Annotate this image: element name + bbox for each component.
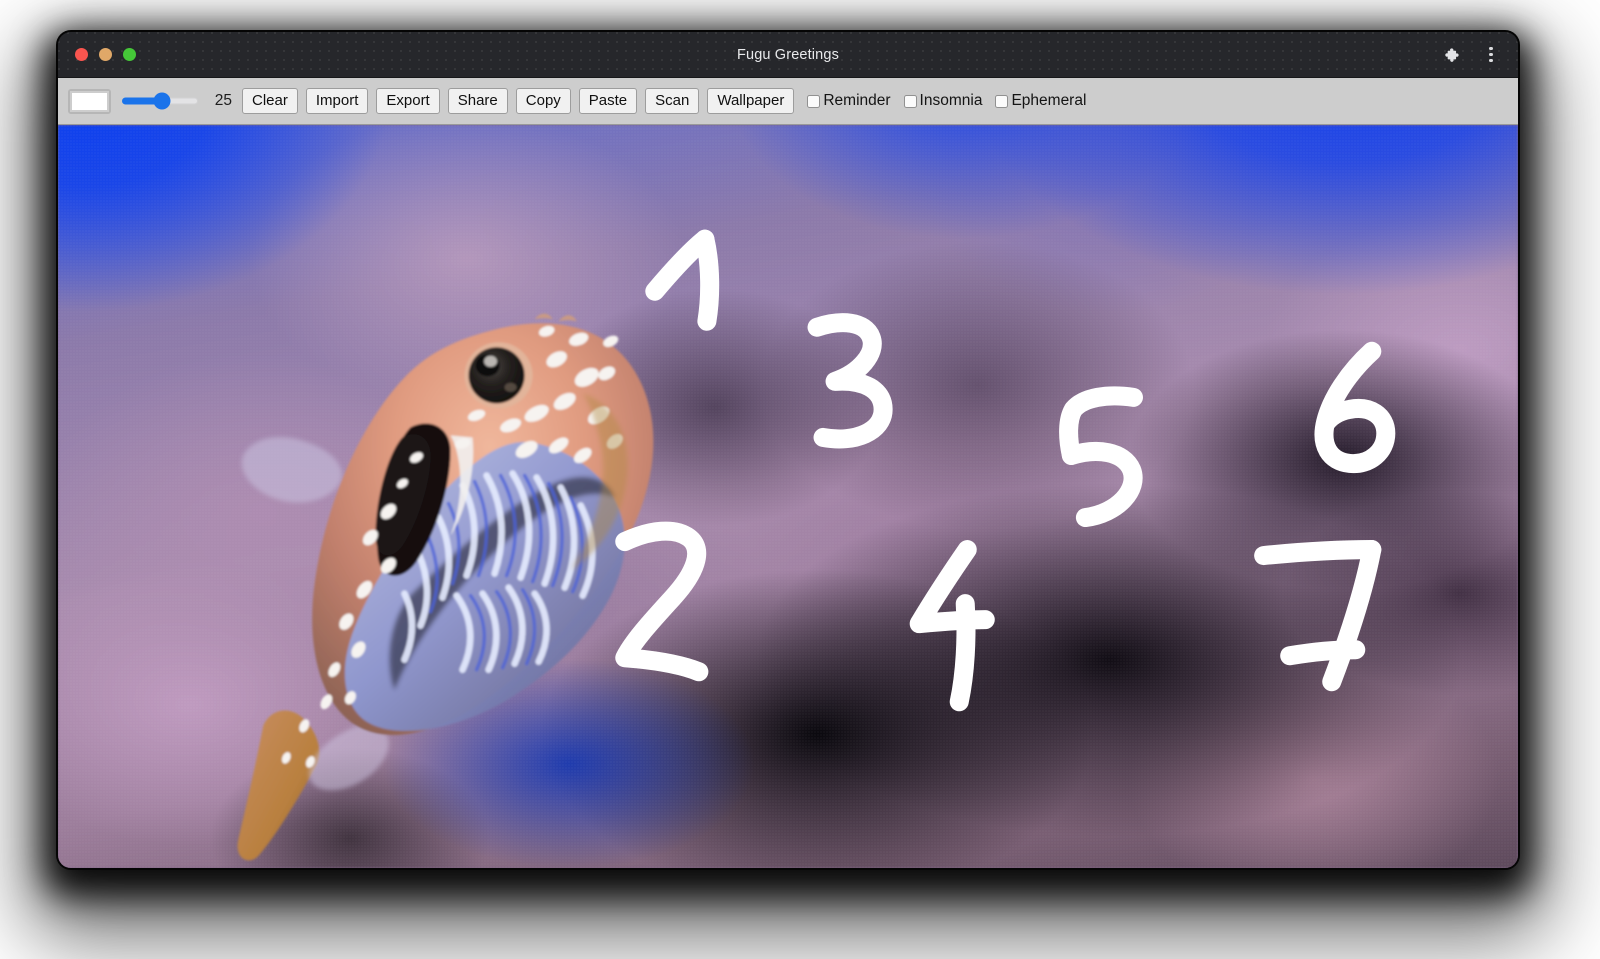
window-titlebar: Fugu Greetings — [58, 32, 1518, 78]
reminder-checkbox-box[interactable] — [807, 94, 821, 108]
copy-button[interactable]: Copy — [515, 87, 571, 115]
ephemeral-checkbox-box[interactable] — [995, 94, 1009, 108]
clear-button[interactable]: Clear — [242, 87, 298, 115]
wallpaper-button[interactable]: Wallpaper — [707, 87, 795, 115]
reminder-checkbox-label: Reminder — [823, 92, 891, 109]
export-button[interactable]: Export — [376, 87, 440, 115]
drawing-canvas[interactable] — [58, 125, 1518, 868]
scan-button[interactable]: Scan — [645, 87, 700, 115]
app-window: Fugu Greetings 25 Clear Import Export Sh… — [58, 32, 1518, 868]
ephemeral-checkbox-label: Ephemeral — [1011, 92, 1087, 109]
stroke-width-slider[interactable] — [122, 90, 198, 112]
titlebar-actions — [1442, 44, 1502, 66]
app-toolbar: 25 Clear Import Export Share Copy Paste … — [58, 78, 1518, 125]
insomnia-checkbox[interactable]: Insomnia — [903, 92, 983, 110]
insomnia-checkbox-box[interactable] — [903, 94, 917, 108]
kebab-menu-icon[interactable] — [1480, 44, 1502, 66]
stroke-width-value: 25 — [214, 92, 232, 109]
share-button[interactable]: Share — [447, 87, 508, 115]
close-window-button[interactable] — [75, 48, 88, 61]
ephemeral-checkbox[interactable]: Ephemeral — [995, 92, 1086, 110]
minimize-window-button[interactable] — [99, 48, 112, 61]
import-button[interactable]: Import — [305, 87, 369, 115]
slider-thumb[interactable] — [153, 92, 171, 110]
window-title: Fugu Greetings — [736, 46, 840, 63]
puzzle-piece-icon[interactable] — [1442, 44, 1464, 66]
paste-button[interactable]: Paste — [578, 87, 638, 115]
color-picker[interactable] — [68, 88, 111, 114]
maximize-window-button[interactable] — [123, 48, 136, 61]
page-root: Fugu Greetings 25 Clear Import Export Sh… — [0, 0, 1600, 959]
traffic-light-group — [75, 48, 136, 61]
background-photo — [58, 125, 1518, 868]
insomnia-checkbox-label: Insomnia — [919, 92, 983, 109]
reminder-checkbox[interactable]: Reminder — [807, 92, 891, 110]
